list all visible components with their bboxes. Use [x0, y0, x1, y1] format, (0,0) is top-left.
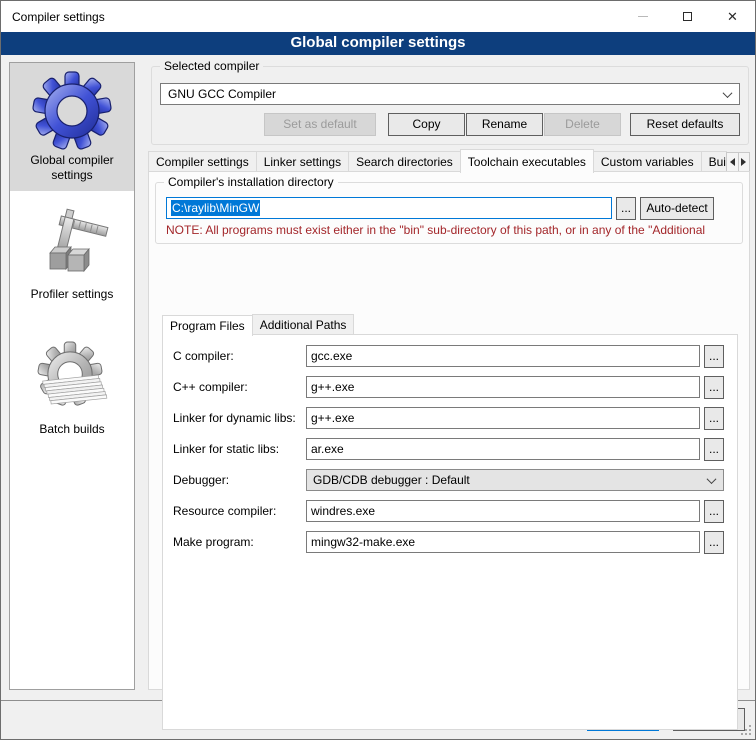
cpp-compiler-row: C++ compiler: g++.exe ... [173, 376, 724, 398]
sidebar-item-label: Batch builds [12, 422, 132, 437]
tab-additional-paths[interactable]: Additional Paths [252, 314, 355, 335]
installation-directory-group: Compiler's installation directory C:\ray… [155, 182, 743, 244]
settings-tab-strip: Compiler settings Linker settings Search… [148, 148, 750, 172]
arrow-left-icon [730, 158, 735, 166]
make-program-row: Make program: mingw32-make.exe ... [173, 531, 724, 553]
sidebar-item-global-compiler-settings[interactable]: Global compiler settings [10, 63, 134, 191]
sidebar-item-batch-builds[interactable]: Batch builds [10, 332, 134, 445]
browse-directory-button[interactable]: ... [616, 197, 636, 220]
copy-button[interactable]: Copy [388, 113, 465, 136]
c-compiler-input[interactable]: gcc.exe [306, 345, 700, 367]
tab-build-options[interactable]: Build options [701, 151, 728, 172]
resize-grip-icon[interactable] [741, 725, 751, 735]
minimize-icon [638, 16, 648, 17]
installation-directory-row: C:\raylib\MinGW ... Auto-detect [166, 197, 714, 219]
compiler-action-buttons: Set as default Copy Rename Delete Reset … [160, 113, 740, 136]
caption-buttons: ✕ [620, 1, 755, 32]
set-as-default-button[interactable]: Set as default [264, 113, 376, 136]
dynamic-linker-label: Linker for dynamic libs: [173, 411, 306, 425]
sidebar-item-profiler-settings[interactable]: Profiler settings [10, 197, 134, 310]
static-linker-input[interactable]: ar.exe [306, 438, 700, 460]
debugger-row: Debugger: GDB/CDB debugger : Default [173, 469, 724, 491]
compiler-settings-dialog: Compiler settings ✕ Global compiler sett… [0, 0, 756, 740]
tab-linker-settings[interactable]: Linker settings [256, 151, 349, 172]
dynamic-linker-input[interactable]: g++.exe [306, 407, 700, 429]
minimize-button[interactable] [620, 1, 665, 32]
title-bar: Compiler settings ✕ [1, 1, 755, 32]
resource-compiler-input[interactable]: windres.exe [306, 500, 700, 522]
program-files-page: C compiler: gcc.exe ... C++ compiler: g+… [162, 334, 738, 730]
arrow-right-icon [741, 158, 746, 166]
delete-button[interactable]: Delete [544, 113, 621, 136]
auto-detect-button[interactable]: Auto-detect [640, 197, 714, 220]
sidebar-item-label: Global compiler settings [12, 153, 132, 183]
cpp-compiler-label: C++ compiler: [173, 380, 306, 394]
c-compiler-row: C compiler: gcc.exe ... [173, 345, 724, 367]
blue-gear-icon [32, 71, 112, 151]
installation-directory-value: C:\raylib\MinGW [171, 200, 260, 216]
dialog-header-title: Global compiler settings [290, 34, 465, 51]
selected-compiler-group-label: Selected compiler [160, 59, 263, 73]
gray-gear-papers-icon [32, 340, 112, 420]
maximize-button[interactable] [665, 1, 710, 32]
c-compiler-browse-button[interactable]: ... [704, 345, 724, 368]
tab-search-directories[interactable]: Search directories [348, 151, 461, 172]
caliper-icon [32, 205, 112, 285]
resource-compiler-row: Resource compiler: windres.exe ... [173, 500, 724, 522]
tab-compiler-settings[interactable]: Compiler settings [148, 151, 257, 172]
installation-directory-group-label: Compiler's installation directory [164, 175, 338, 189]
tab-scroll-right-button[interactable] [738, 152, 750, 172]
dynamic-linker-browse-button[interactable]: ... [704, 407, 724, 430]
installation-directory-input[interactable]: C:\raylib\MinGW [166, 197, 612, 219]
make-program-browse-button[interactable]: ... [704, 531, 724, 554]
compiler-select-value: GNU GCC Compiler [168, 87, 724, 101]
chevron-down-icon [707, 474, 717, 484]
selected-compiler-group: Selected compiler GNU GCC Compiler Set a… [151, 66, 749, 145]
resource-compiler-label: Resource compiler: [173, 504, 306, 518]
chevron-down-icon [723, 88, 733, 98]
c-compiler-label: C compiler: [173, 349, 306, 363]
debugger-select-value: GDB/CDB debugger : Default [313, 473, 708, 487]
dialog-header: Global compiler settings [1, 32, 755, 55]
tab-toolchain-executables[interactable]: Toolchain executables [460, 149, 594, 173]
compiler-select[interactable]: GNU GCC Compiler [160, 83, 740, 105]
tab-program-files[interactable]: Program Files [162, 315, 253, 336]
window-title: Compiler settings [1, 10, 620, 24]
program-files-tab-strip: Program Files Additional Paths [162, 314, 354, 335]
static-linker-label: Linker for static libs: [173, 442, 306, 456]
dialog-body: Global compiler settings [1, 55, 755, 739]
tab-custom-variables[interactable]: Custom variables [593, 151, 702, 172]
close-icon: ✕ [727, 10, 738, 23]
dynamic-linker-row: Linker for dynamic libs: g++.exe ... [173, 407, 724, 429]
make-program-input[interactable]: mingw32-make.exe [306, 531, 700, 553]
toolchain-executables-page: Compiler's installation directory C:\ray… [148, 171, 750, 690]
cpp-compiler-input[interactable]: g++.exe [306, 376, 700, 398]
debugger-select[interactable]: GDB/CDB debugger : Default [306, 469, 724, 491]
resource-compiler-browse-button[interactable]: ... [704, 500, 724, 523]
cpp-compiler-browse-button[interactable]: ... [704, 376, 724, 399]
static-linker-browse-button[interactable]: ... [704, 438, 724, 461]
bin-subdirectory-note: NOTE: All programs must exist either in … [166, 223, 740, 237]
make-program-label: Make program: [173, 535, 306, 549]
reset-defaults-button[interactable]: Reset defaults [630, 113, 740, 136]
debugger-label: Debugger: [173, 473, 306, 487]
maximize-icon [683, 12, 692, 21]
sidebar-item-label: Profiler settings [12, 287, 132, 302]
settings-category-list: Global compiler settings [9, 62, 135, 690]
static-linker-row: Linker for static libs: ar.exe ... [173, 438, 724, 460]
close-button[interactable]: ✕ [710, 1, 755, 32]
rename-button[interactable]: Rename [466, 113, 543, 136]
